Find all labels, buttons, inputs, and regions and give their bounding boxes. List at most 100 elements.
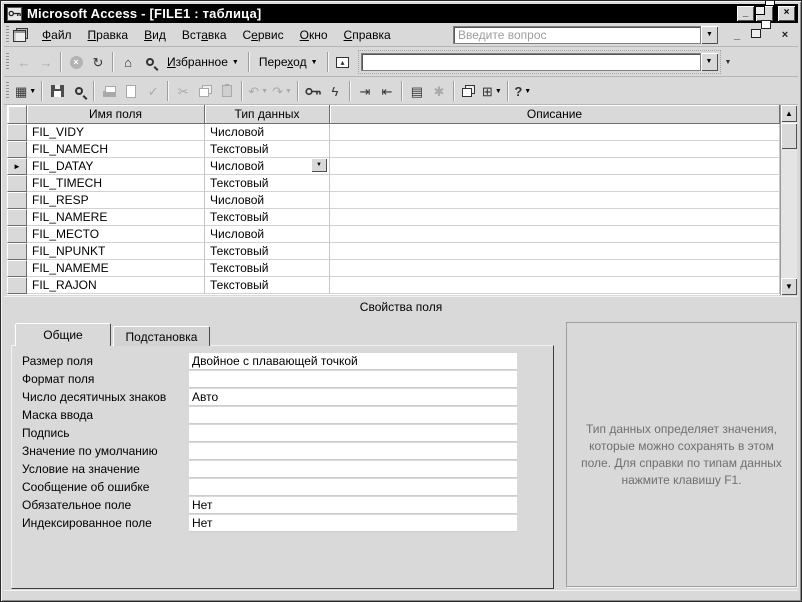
- child-minimize-button[interactable]: _: [730, 29, 744, 41]
- field-name-cell[interactable]: FIL_NPUNKT: [27, 243, 205, 260]
- menu-file[interactable]: Файл: [34, 25, 80, 45]
- spelling-button[interactable]: ✓: [142, 81, 164, 102]
- row-selector[interactable]: [7, 226, 27, 243]
- description-cell[interactable]: [330, 277, 780, 294]
- row-selector[interactable]: [7, 124, 27, 141]
- redo-button[interactable]: ↷▼: [270, 81, 294, 102]
- menu-help[interactable]: Справка: [336, 25, 399, 45]
- row-selector[interactable]: [7, 243, 27, 260]
- go-button[interactable]: Переход ▼: [253, 52, 324, 73]
- child-close-button[interactable]: ×: [778, 29, 792, 41]
- field-name-cell[interactable]: FIL_NAMECH: [27, 141, 205, 158]
- indexes-button[interactable]: ϟ: [324, 81, 346, 102]
- restore-button[interactable]: [756, 6, 773, 21]
- data-type-cell[interactable]: Текстовый: [205, 141, 330, 158]
- close-button[interactable]: ×: [778, 6, 795, 21]
- description-cell[interactable]: [330, 209, 780, 226]
- description-cell[interactable]: [330, 226, 780, 243]
- row-selector[interactable]: [7, 192, 27, 209]
- search-web-button[interactable]: [139, 52, 161, 73]
- copy-button[interactable]: [194, 81, 216, 102]
- row-selector[interactable]: [7, 209, 27, 226]
- scrollbar-thumb[interactable]: [781, 123, 797, 149]
- question-input[interactable]: [453, 26, 701, 44]
- child-restore-button[interactable]: [754, 29, 768, 41]
- field-name-cell[interactable]: FIL_TIMECH: [27, 175, 205, 192]
- save-button[interactable]: [46, 81, 68, 102]
- prop-field-size[interactable]: Двойное с плавающей точкой: [189, 353, 517, 370]
- file-search-button[interactable]: [68, 81, 90, 102]
- menu-view[interactable]: Вид: [136, 25, 174, 45]
- description-cell[interactable]: [330, 141, 780, 158]
- row-selector[interactable]: [7, 260, 27, 277]
- tab-lookup[interactable]: Подстановка: [113, 326, 210, 346]
- undo-button[interactable]: ↶▼: [246, 81, 270, 102]
- prop-validation-rule[interactable]: [189, 461, 517, 478]
- description-cell[interactable]: [330, 243, 780, 260]
- row-selector[interactable]: [7, 141, 27, 158]
- data-type-cell[interactable]: Текстовый: [205, 209, 330, 226]
- menu-insert[interactable]: Вставка: [174, 25, 235, 45]
- field-name-cell[interactable]: FIL_VIDY: [27, 124, 205, 141]
- primary-key-button[interactable]: [302, 81, 324, 102]
- table-window-icon[interactable]: [13, 28, 28, 42]
- stop-button[interactable]: ×: [65, 52, 87, 73]
- new-object-button[interactable]: ⊞▼: [480, 81, 504, 102]
- data-type-cell[interactable]: Текстовый: [205, 175, 330, 192]
- row-selector[interactable]: [7, 277, 27, 294]
- data-type-cell[interactable]: Числовой: [205, 226, 330, 243]
- prop-decimal-places[interactable]: Авто: [189, 389, 517, 406]
- tab-general[interactable]: Общие: [15, 323, 111, 346]
- prop-format[interactable]: [189, 371, 517, 388]
- description-cell[interactable]: [330, 192, 780, 209]
- description-cell[interactable]: [330, 158, 780, 175]
- toolbar-gripper[interactable]: [6, 53, 9, 71]
- favorites-button[interactable]: Избранное ▼: [161, 52, 245, 73]
- prop-required[interactable]: Нет: [189, 497, 517, 514]
- data-type-cell[interactable]: Текстовый: [205, 277, 330, 294]
- question-dropdown-icon[interactable]: ▼: [701, 26, 718, 44]
- home-button[interactable]: ⌂: [117, 52, 139, 73]
- field-name-cell[interactable]: FIL_RESP: [27, 192, 205, 209]
- toolbar-options-icon[interactable]: ▼: [725, 59, 732, 66]
- help-button[interactable]: ?▼: [512, 81, 534, 102]
- delete-rows-button[interactable]: ⇤: [376, 81, 398, 102]
- row-selector[interactable]: [7, 175, 27, 192]
- address-dropdown-icon[interactable]: ▼: [701, 53, 718, 71]
- print-preview-button[interactable]: [120, 81, 142, 102]
- menu-edit[interactable]: Правка: [80, 25, 137, 45]
- toolbar-gripper[interactable]: [6, 26, 9, 44]
- field-name-cell[interactable]: FIL_NAMERE: [27, 209, 205, 226]
- print-button[interactable]: [98, 81, 120, 102]
- description-cell[interactable]: [330, 260, 780, 277]
- description-cell[interactable]: [330, 175, 780, 192]
- minimize-button[interactable]: _: [737, 6, 754, 21]
- field-name-cell[interactable]: FIL_MECTO: [27, 226, 205, 243]
- scroll-down-icon[interactable]: ▼: [781, 278, 797, 295]
- scroll-up-icon[interactable]: ▲: [781, 105, 797, 122]
- forward-button[interactable]: →: [35, 52, 57, 73]
- show-web-toolbar-button[interactable]: ▴: [332, 52, 354, 73]
- row-selector-current[interactable]: ►: [7, 158, 27, 175]
- address-input[interactable]: [361, 53, 701, 71]
- refresh-button[interactable]: ↻: [87, 52, 109, 73]
- back-button[interactable]: ←: [13, 52, 35, 73]
- menu-tools[interactable]: Сервис: [235, 25, 292, 45]
- cut-button[interactable]: ✂: [172, 81, 194, 102]
- prop-indexed[interactable]: Нет: [189, 515, 517, 532]
- data-type-cell[interactable]: Числовой: [205, 124, 330, 141]
- view-button[interactable]: ▦▼: [13, 81, 38, 102]
- data-type-dropdown-icon[interactable]: ▼: [311, 158, 327, 172]
- field-name-cell[interactable]: FIL_DATAY: [27, 158, 205, 175]
- vertical-scrollbar[interactable]: ▲ ▼: [780, 105, 797, 295]
- prop-default-value[interactable]: [189, 443, 517, 460]
- toolbar-gripper[interactable]: [6, 82, 9, 100]
- menu-window[interactable]: Окно: [292, 25, 336, 45]
- data-type-cell[interactable]: Числовой ▼: [205, 158, 330, 175]
- prop-validation-text[interactable]: [189, 479, 517, 496]
- field-name-cell[interactable]: FIL_NAMEME: [27, 260, 205, 277]
- prop-input-mask[interactable]: [189, 407, 517, 424]
- prop-caption[interactable]: [189, 425, 517, 442]
- paste-button[interactable]: [216, 81, 238, 102]
- field-name-cell[interactable]: FIL_RAJON: [27, 277, 205, 294]
